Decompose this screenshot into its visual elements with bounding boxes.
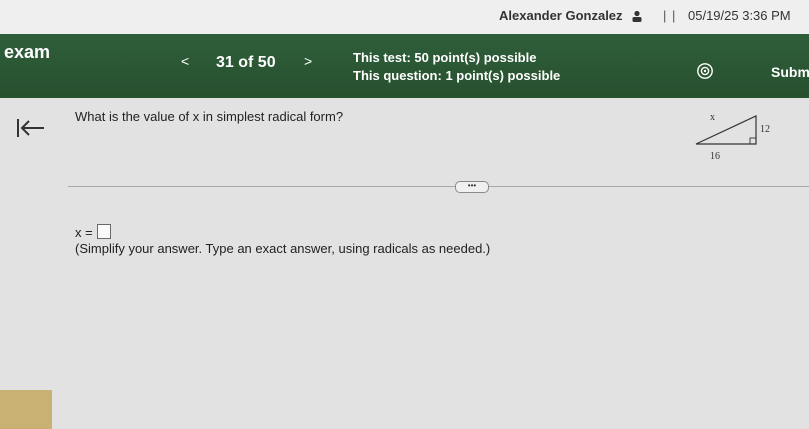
vertical-leg-label: 12 bbox=[760, 124, 770, 135]
background-patch bbox=[0, 390, 52, 429]
timestamp: 05/19/25 3:36 PM bbox=[688, 8, 791, 23]
question-counter: 31 of 50 bbox=[216, 54, 276, 71]
back-arrow-icon[interactable] bbox=[16, 118, 46, 138]
exam-header: exam < 31 of 50 > This test: 50 point(s)… bbox=[0, 34, 809, 98]
hypotenuse-label: x bbox=[710, 112, 715, 123]
answer-instructions: (Simplify your answer. Type an exact ans… bbox=[75, 241, 491, 256]
answer-label: x = bbox=[75, 225, 93, 240]
expand-more-button[interactable]: ••• bbox=[455, 181, 489, 193]
user-icon bbox=[631, 9, 643, 22]
separator: | | bbox=[663, 8, 677, 23]
question-points: This question: 1 point(s) possible bbox=[353, 68, 561, 83]
exam-title: exam bbox=[4, 42, 51, 62]
question-area bbox=[0, 98, 809, 429]
triangle-figure: x 12 16 bbox=[694, 108, 784, 168]
previous-question-button[interactable]: < bbox=[181, 53, 189, 69]
section-divider bbox=[68, 186, 809, 187]
next-question-button[interactable]: > bbox=[304, 53, 312, 69]
user-name: Alexander Gonzalez bbox=[499, 8, 623, 23]
submit-button[interactable]: Subm bbox=[771, 64, 809, 80]
user-bar: Alexander Gonzalez | | 05/19/25 3:36 PM bbox=[0, 0, 809, 34]
settings-icon[interactable] bbox=[696, 62, 714, 80]
question-prompt: What is the value of x in simplest radic… bbox=[75, 109, 344, 124]
base-leg-label: 16 bbox=[710, 151, 720, 162]
test-points: This test: 50 point(s) possible bbox=[353, 50, 537, 65]
answer-input[interactable] bbox=[97, 224, 111, 239]
